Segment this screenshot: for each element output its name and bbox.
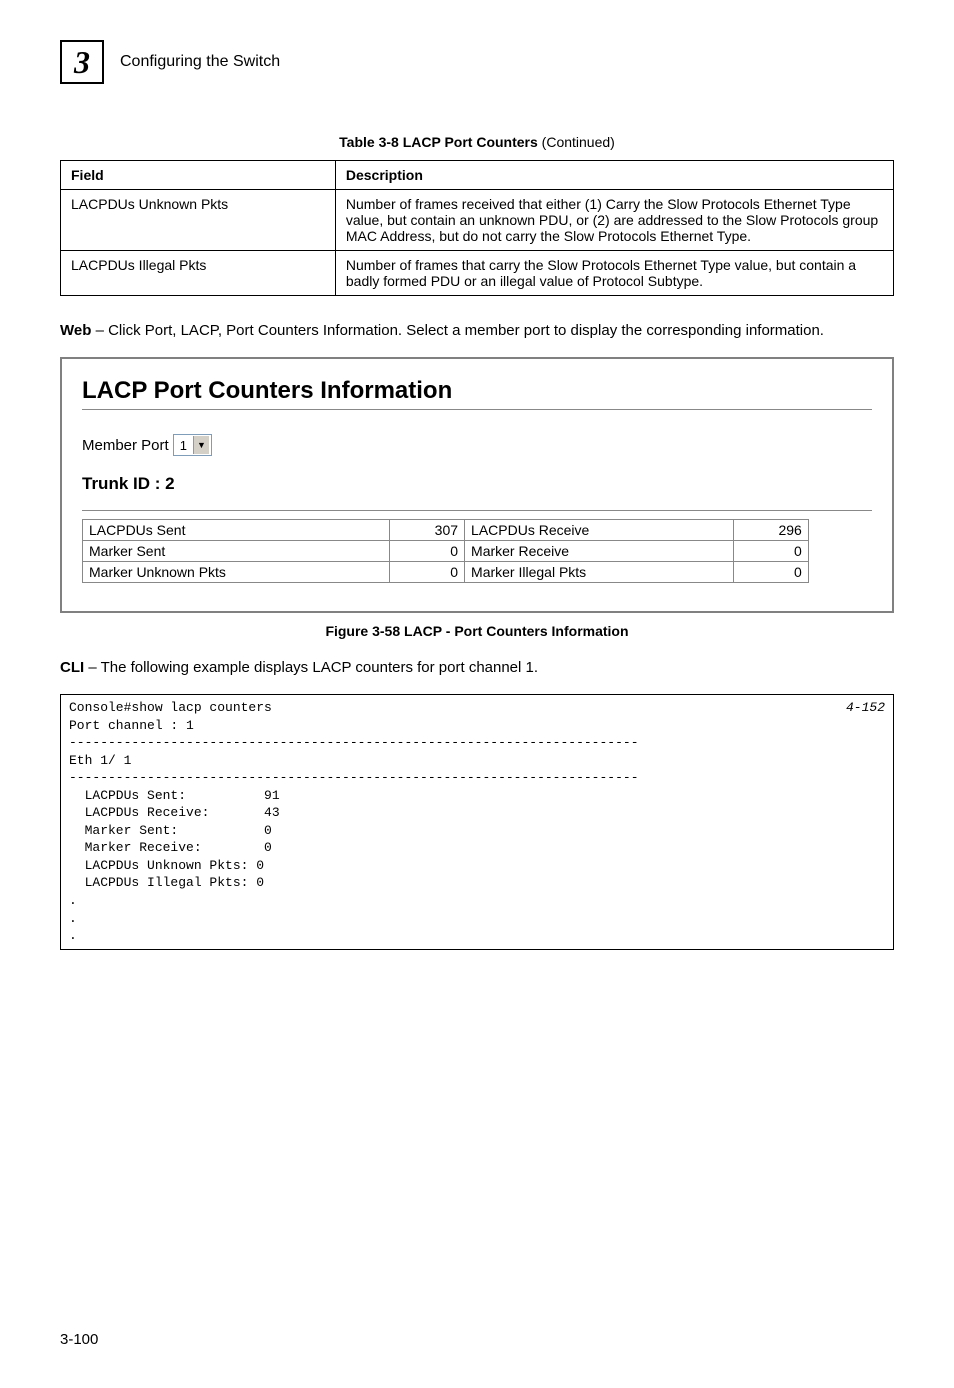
table-cell-field: LACPDUs Unknown Pkts [61, 190, 336, 251]
trunk-id-label: Trunk ID : 2 [82, 474, 872, 494]
page-number: 3-100 [60, 1331, 98, 1348]
cli-output-text: Console#show lacp counters Port channel … [69, 700, 639, 943]
member-port-row: Member Port 1 ▼ [82, 434, 872, 456]
table-row: LACPDUs Sent 307 LACPDUs Receive 296 [83, 520, 809, 541]
web-text: – Click Port, LACP, Port Counters Inform… [91, 322, 824, 339]
page-header: 3 Configuring the Switch [60, 40, 894, 84]
table-cell-desc: Number of frames received that either (1… [335, 190, 893, 251]
stat-value: 0 [390, 541, 465, 562]
lacp-port-counters-table: Field Description LACPDUs Unknown Pkts N… [60, 160, 894, 296]
stat-label: Marker Sent [83, 541, 390, 562]
table-caption-suffix: (Continued) [538, 134, 615, 150]
section-title: Configuring the Switch [120, 53, 280, 71]
stat-label: Marker Receive [465, 541, 734, 562]
chapter-number-box: 3 [60, 40, 104, 84]
member-port-select[interactable]: 1 ▼ [173, 434, 212, 456]
lacp-port-counters-panel: LACP Port Counters Information Member Po… [60, 357, 894, 613]
stat-value: 0 [734, 562, 809, 583]
table-caption: Table 3-8 LACP Port Counters (Continued) [60, 134, 894, 150]
table-cell-desc: Number of frames that carry the Slow Pro… [335, 251, 893, 296]
cli-text: – The following example displays LACP co… [84, 659, 538, 676]
cli-reference: 4-152 [846, 699, 885, 717]
table-row: Marker Unknown Pkts 0 Marker Illegal Pkt… [83, 562, 809, 583]
table-header-description: Description [335, 161, 893, 190]
stat-value: 0 [734, 541, 809, 562]
table-header-field: Field [61, 161, 336, 190]
table-row: Marker Sent 0 Marker Receive 0 [83, 541, 809, 562]
panel-title: LACP Port Counters Information [82, 377, 872, 410]
table-row: LACPDUs Unknown Pkts Number of frames re… [61, 190, 894, 251]
lacp-stats-table: LACPDUs Sent 307 LACPDUs Receive 296 Mar… [82, 519, 809, 583]
table-cell-field: LACPDUs Illegal Pkts [61, 251, 336, 296]
member-port-label: Member Port [82, 437, 169, 454]
stat-label: LACPDUs Receive [465, 520, 734, 541]
table-row: LACPDUs Illegal Pkts Number of frames th… [61, 251, 894, 296]
figure-caption: Figure 3-58 LACP - Port Counters Informa… [60, 623, 894, 639]
divider [82, 510, 872, 511]
web-prefix: Web [60, 322, 91, 339]
table-caption-prefix: Table 3-8 LACP Port Counters [339, 134, 538, 150]
stat-label: LACPDUs Sent [83, 520, 390, 541]
stat-value: 296 [734, 520, 809, 541]
chevron-down-icon: ▼ [193, 436, 209, 454]
cli-output-block: 4-152 Console#show lacp counters Port cha… [60, 694, 894, 950]
stat-value: 307 [390, 520, 465, 541]
cli-paragraph: CLI – The following example displays LAC… [60, 657, 894, 678]
stat-value: 0 [390, 562, 465, 583]
web-paragraph: Web – Click Port, LACP, Port Counters In… [60, 320, 894, 341]
chapter-number: 3 [74, 44, 90, 81]
stat-label: Marker Unknown Pkts [83, 562, 390, 583]
member-port-value: 1 [180, 438, 187, 453]
cli-prefix: CLI [60, 659, 84, 676]
stat-label: Marker Illegal Pkts [465, 562, 734, 583]
